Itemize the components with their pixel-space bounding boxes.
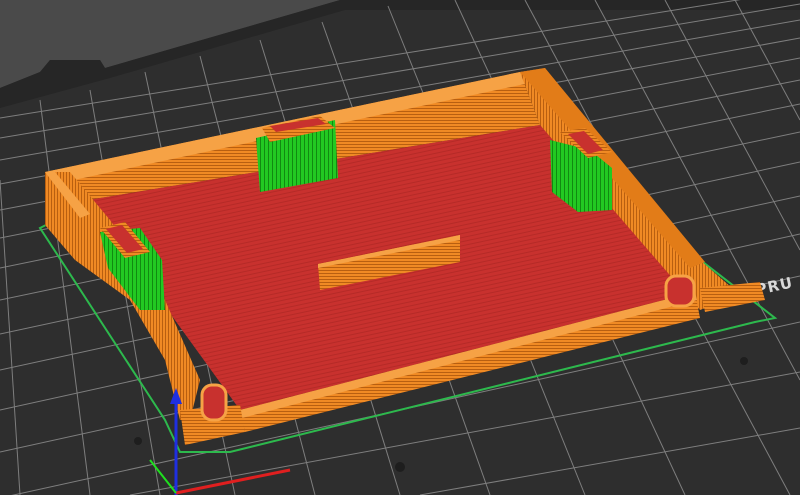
scene-canvas[interactable]: PRU (0, 0, 800, 495)
slot-cutout-left (200, 383, 228, 422)
bed-screw-hole (740, 357, 748, 365)
bed-screw-hole (134, 437, 142, 445)
3d-print-preview-viewport[interactable]: PRU (0, 0, 800, 495)
slot-cutout-right (664, 274, 696, 308)
bed-screw-hole (395, 462, 405, 472)
